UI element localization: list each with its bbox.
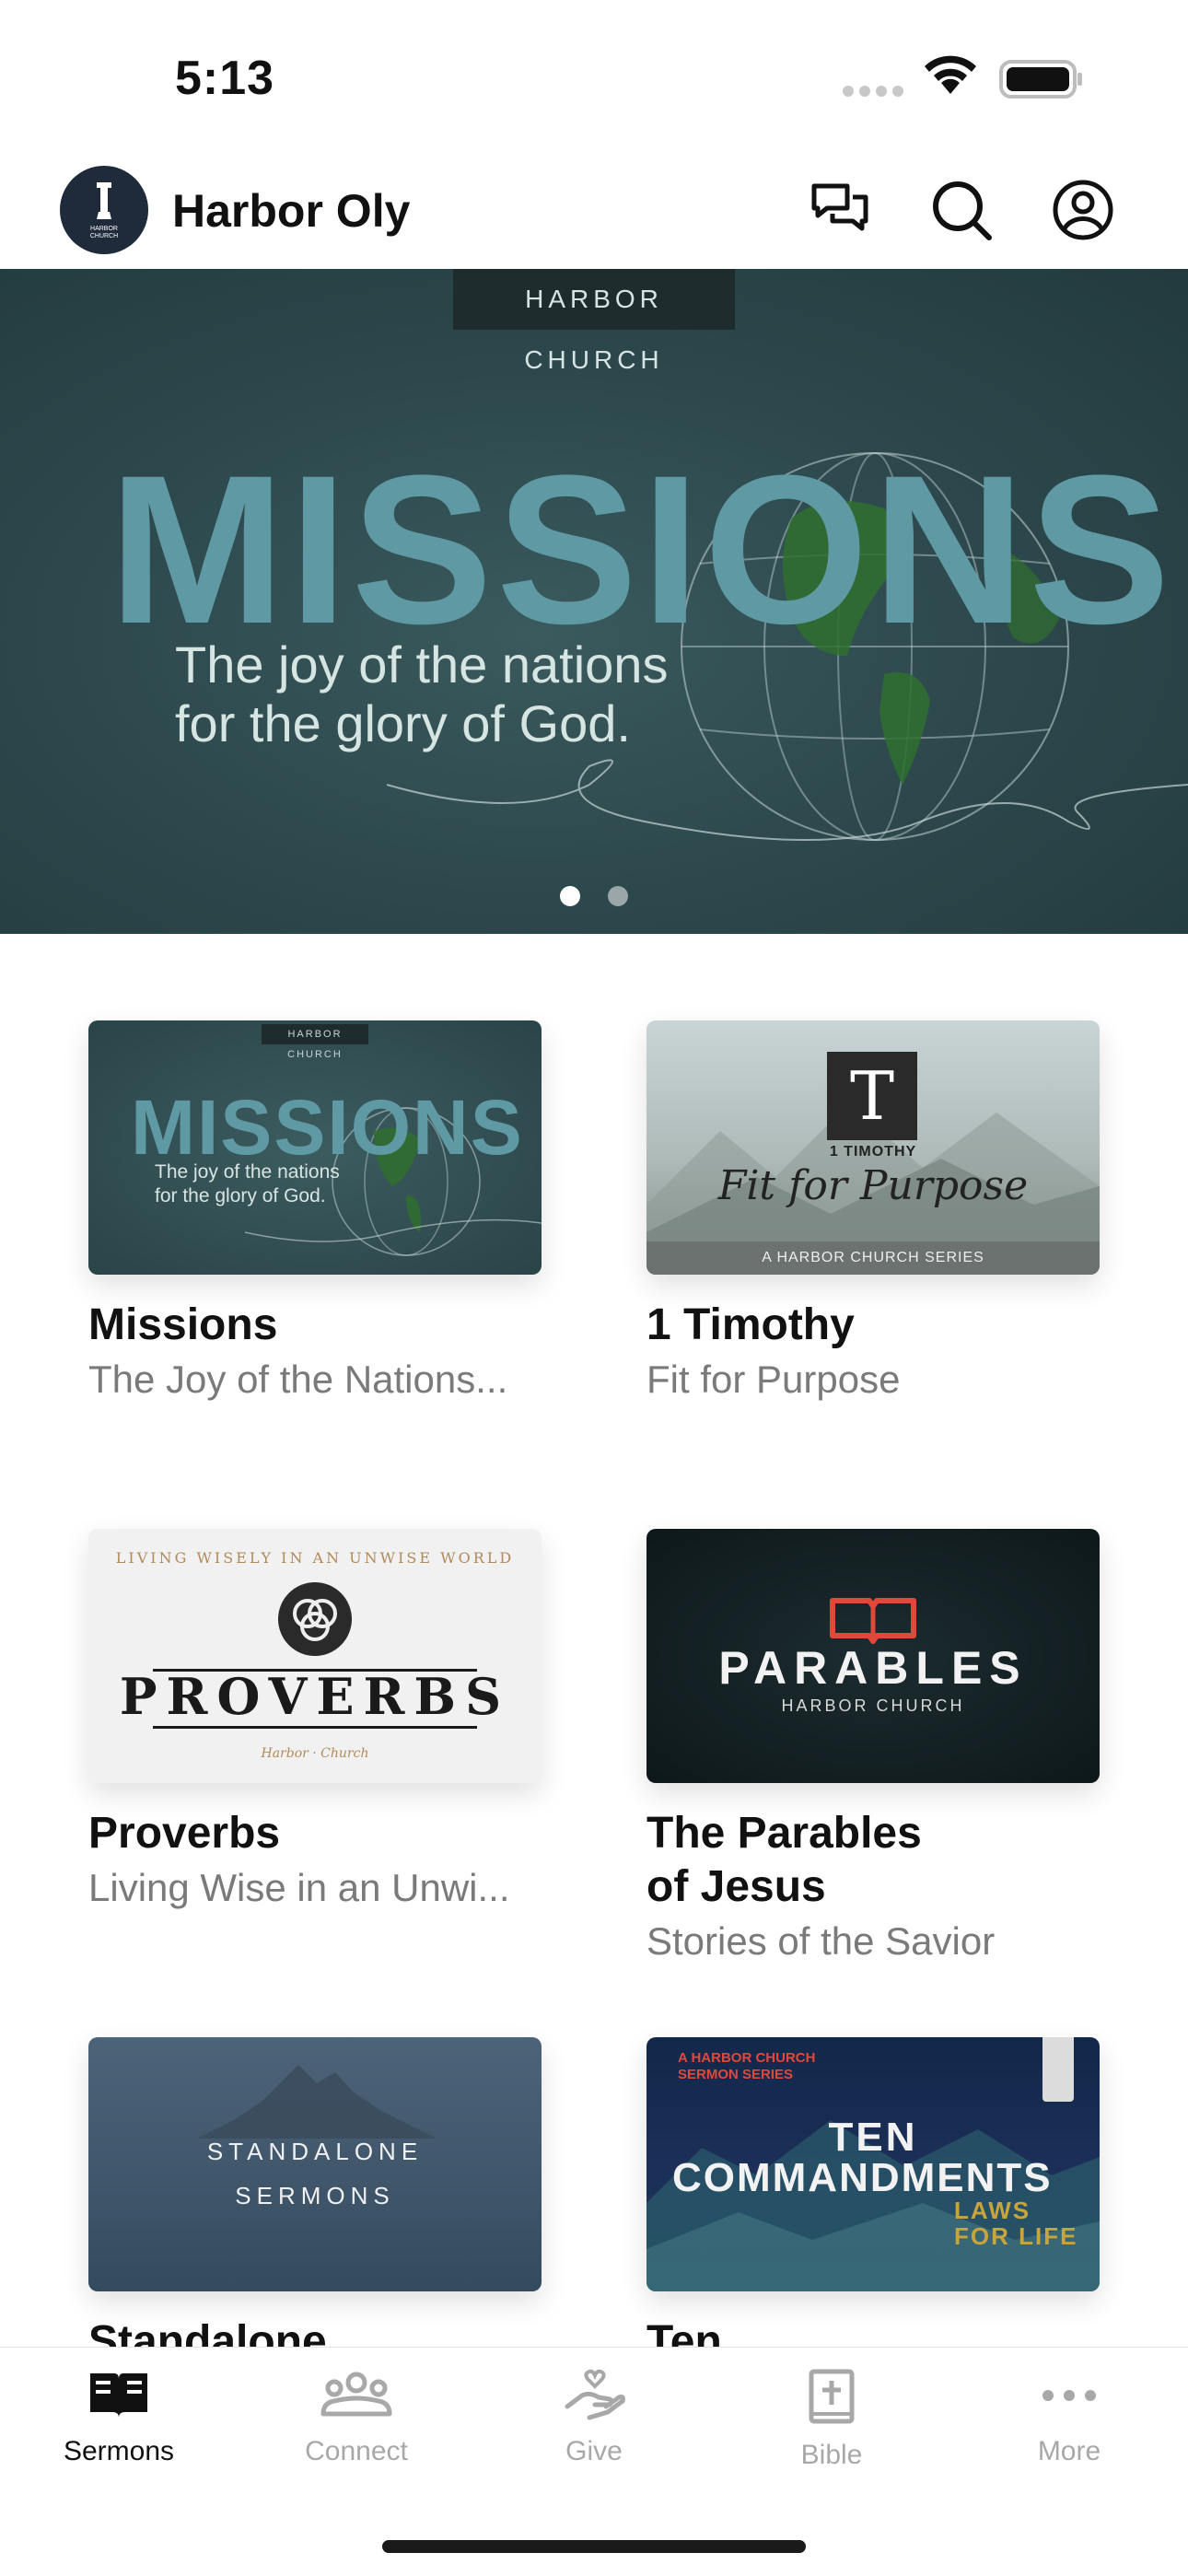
tab-label: More bbox=[1037, 2436, 1101, 2466]
series-subtitle: Living Wise in an Unwi... bbox=[88, 1866, 510, 1909]
series-thumbnail: A HARBOR CHURCH SERMON SERIES TEN COMMAN… bbox=[646, 2037, 1100, 2291]
knot-seal-icon bbox=[278, 1582, 352, 1656]
series-card-1-timothy[interactable]: T 1 TIMOTHY Fit for Purpose A HARBOR CHU… bbox=[646, 1020, 1100, 1404]
series-card-missions[interactable]: HARBOR CHURCH MISSIONS The joy of the na… bbox=[88, 1020, 542, 1404]
series-title: Proverbs bbox=[88, 1809, 281, 1858]
series-card-proverbs[interactable]: LIVING WISELY IN AN UNWISE WORLD PROVERB… bbox=[88, 1529, 542, 1912]
divider-line bbox=[153, 1726, 477, 1729]
thumbnail-series-caption-line1: A HARBOR CHURCH bbox=[678, 2050, 816, 2066]
hero-pager[interactable] bbox=[560, 886, 656, 911]
thumbnail-subtitle-line2: for the glory of God. bbox=[155, 1185, 326, 1206]
app-title: Harbor Oly bbox=[172, 185, 411, 237]
tab-label: Give bbox=[565, 2436, 623, 2466]
thumbnail-series-caption-line2: SERMON SERIES bbox=[678, 2067, 794, 2082]
series-card-parables[interactable]: PARABLES HARBOR CHURCH The Parables of J… bbox=[646, 1529, 1100, 1965]
wifi-icon bbox=[925, 55, 976, 94]
thumbnail-script-title: Fit for Purpose bbox=[717, 1162, 1029, 1209]
series-title: The Parables of Jesus bbox=[646, 1809, 922, 1911]
hero-church-tag: HARBOR CHURCH bbox=[453, 269, 735, 374]
thumbnail-accent-line2: FOR LIFE bbox=[954, 2222, 1078, 2250]
tab-label: Connect bbox=[305, 2436, 408, 2466]
thumbnail-subtitle: The joy of the nations for the glory of … bbox=[155, 1160, 340, 1208]
thumbnail-church-tag: HARBOR CHURCH bbox=[262, 1024, 368, 1060]
thumbnail-caption: 1 TIMOTHY bbox=[829, 1144, 917, 1160]
thumbnail-accent: LAWS FOR LIFE bbox=[954, 2197, 1077, 2249]
series-card-ten-commandments[interactable]: A HARBOR CHURCH SERMON SERIES TEN COMMAN… bbox=[646, 2037, 1100, 2369]
svg-text:HARBOR: HARBOR bbox=[90, 226, 118, 232]
pager-dot-active[interactable] bbox=[560, 886, 580, 906]
thumbnail-title: PROVERBS bbox=[119, 1667, 511, 1726]
thumbnail-title: PARABLES bbox=[718, 1642, 1028, 1694]
lighthouse-icon: HARBOR CHURCH bbox=[90, 182, 118, 239]
series-thumbnail: PARABLES HARBOR CHURCH bbox=[646, 1529, 1100, 1783]
series-thumbnail: T 1 TIMOTHY Fit for Purpose A HARBOR CHU… bbox=[646, 1020, 1100, 1275]
thumbnail-caption: HARBOR CHURCH bbox=[781, 1696, 965, 1715]
thumbnail-title: MISSIONS bbox=[131, 1084, 524, 1171]
series-title: 1 Timothy bbox=[646, 1300, 855, 1349]
tab-sermons[interactable]: Sermons bbox=[0, 2368, 238, 2467]
church-logo-avatar[interactable]: HARBOR CHURCH bbox=[60, 166, 148, 254]
status-time: 5:13 bbox=[175, 52, 275, 105]
thumbnail-title-line1: TEN bbox=[828, 2115, 918, 2160]
series-thumbnail: HARBOR CHURCH MISSIONS The joy of the na… bbox=[88, 1020, 542, 1275]
search-icon[interactable] bbox=[928, 177, 995, 243]
tab-label: Bible bbox=[800, 2440, 863, 2470]
hand-heart-icon bbox=[565, 2369, 625, 2420]
thumbnail-footer: Harbor · Church bbox=[261, 1746, 369, 1761]
series-title: Missions bbox=[88, 1300, 278, 1349]
tab-connect[interactable]: Connect bbox=[238, 2368, 475, 2467]
thumbnail-title-line1: STANDALONE bbox=[206, 2138, 424, 2165]
tab-give[interactable]: Give bbox=[475, 2368, 713, 2467]
open-book-icon bbox=[830, 1598, 916, 1644]
people-group-icon bbox=[320, 2372, 392, 2417]
tab-more[interactable]: More bbox=[950, 2368, 1188, 2467]
pager-dot[interactable] bbox=[608, 886, 628, 906]
thumbnail-subtitle-line1: The joy of the nations bbox=[155, 1161, 340, 1183]
thumbnail-arc-text: LIVING WISELY IN AN UNWISE WORLD bbox=[115, 1549, 515, 1567]
hero-subtitle: The joy of the nations for the glory of … bbox=[175, 635, 668, 753]
hero-subtitle-line1: The joy of the nations bbox=[175, 635, 669, 694]
series-thumbnail: LIVING WISELY IN AN UNWISE WORLD PROVERB… bbox=[88, 1529, 542, 1783]
open-book-icon bbox=[90, 2373, 147, 2418]
bookmark-tag bbox=[1042, 2037, 1074, 2102]
hero-title: MISSIONS bbox=[109, 431, 1174, 668]
tab-label: Sermons bbox=[63, 2436, 175, 2466]
series-subtitle: Fit for Purpose bbox=[646, 1358, 901, 1401]
hero-banner[interactable]: HARBOR CHURCH MISSIONS The joy of the na… bbox=[0, 269, 1188, 934]
thumbnail-series-band: A HARBOR CHURCH SERIES bbox=[646, 1241, 1100, 1275]
chat-bubbles-icon[interactable] bbox=[807, 177, 873, 243]
profile-icon[interactable] bbox=[1050, 177, 1116, 243]
hero-subtitle-line2: for the glory of God. bbox=[175, 694, 631, 752]
cellular-signal-icon bbox=[843, 85, 909, 101]
thumbnail-accent-line1: LAWS bbox=[954, 2197, 1031, 2224]
tab-bible[interactable]: Bible bbox=[713, 2368, 950, 2471]
thumbnail-title-line2: COMMANDMENTS bbox=[672, 2155, 1053, 2200]
series-thumbnail: STANDALONE SERMONS bbox=[88, 2037, 542, 2291]
bible-cross-icon bbox=[809, 2369, 855, 2424]
thumbnail-letter-block: T bbox=[827, 1052, 917, 1140]
battery-icon bbox=[999, 60, 1082, 99]
home-indicator[interactable] bbox=[382, 2540, 806, 2553]
svg-text:CHURCH: CHURCH bbox=[90, 233, 118, 239]
thumbnail-title-line2: SERMONS bbox=[235, 2182, 395, 2209]
series-card-standalone[interactable]: STANDALONE SERMONS Standalone bbox=[88, 2037, 542, 2369]
status-bar: 5:13 bbox=[0, 0, 1188, 157]
series-subtitle: Stories of the Savior bbox=[646, 1919, 996, 1963]
app-header: HARBOR CHURCH Harbor Oly bbox=[0, 157, 1188, 269]
series-subtitle: The Joy of the Nations... bbox=[88, 1358, 508, 1401]
thumbnail-series-caption: A HARBOR CHURCH SERMON SERIES bbox=[678, 2050, 815, 2083]
thumbnail-title: STANDALONE SERMONS bbox=[88, 2129, 542, 2218]
ellipsis-icon bbox=[1042, 2390, 1096, 2401]
